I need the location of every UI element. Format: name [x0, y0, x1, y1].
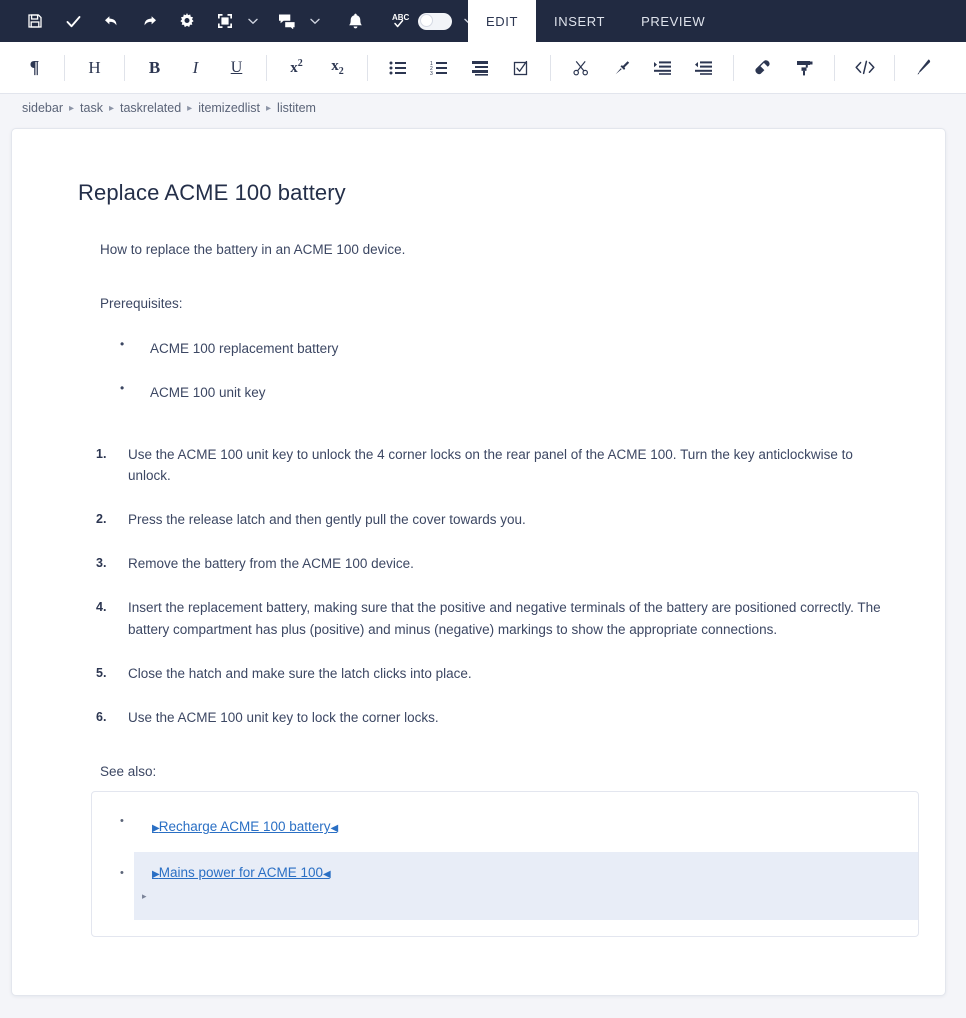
- breadcrumb-item-task[interactable]: task: [80, 101, 103, 115]
- see-also-list: ▶Recharge ACME 100 battery◀ ▶Mains power…: [92, 806, 918, 921]
- list-item[interactable]: Press the release latch and then gently …: [58, 509, 899, 531]
- heading-icon[interactable]: H: [74, 48, 115, 88]
- tab-insert[interactable]: INSERT: [536, 0, 623, 42]
- list-item[interactable]: ▶Recharge ACME 100 battery◀: [92, 806, 918, 852]
- tab-edit[interactable]: EDIT: [468, 0, 537, 42]
- italic-icon[interactable]: I: [175, 48, 216, 88]
- tag-caret-marker-icon: ▸: [142, 891, 147, 902]
- gear-icon[interactable]: [168, 0, 206, 42]
- definition-list-icon[interactable]: [459, 48, 500, 88]
- xref-link-recharge[interactable]: ▶Recharge ACME 100 battery◀: [152, 819, 339, 835]
- tab-preview[interactable]: PREVIEW: [623, 0, 723, 42]
- paragraph-mark-icon[interactable]: ¶: [14, 48, 55, 88]
- underline-icon[interactable]: U: [216, 48, 257, 88]
- bold-icon[interactable]: B: [134, 48, 175, 88]
- breadcrumb-item-itemizedlist[interactable]: itemizedlist: [198, 101, 260, 115]
- intro-paragraph[interactable]: How to replace the battery in an ACME 10…: [100, 240, 899, 260]
- spellcheck-icon[interactable]: ABC: [388, 0, 414, 42]
- breadcrumb-separator-icon: ▸: [69, 102, 75, 114]
- xref-label: Recharge ACME 100 battery: [158, 819, 331, 835]
- xref-start-marker-icon: ▶: [152, 823, 160, 835]
- format-toolbar: ¶ H B I U x2 x2 1 2 3: [0, 42, 966, 94]
- xref-label: Mains power for ACME 100: [158, 865, 324, 881]
- chevron-down-icon-comment[interactable]: [306, 0, 324, 42]
- cut-icon[interactable]: [560, 48, 601, 88]
- xref-link-mains-power[interactable]: ▶Mains power for ACME 100◀: [152, 865, 331, 881]
- superscript-icon[interactable]: x2: [276, 48, 317, 88]
- comment-icon[interactable]: [268, 0, 306, 42]
- toolbar-separator: [733, 54, 734, 81]
- toolbar-separator: [266, 54, 267, 81]
- bell-icon[interactable]: [336, 0, 374, 42]
- list-item[interactable]: Use the ACME 100 unit key to unlock the …: [58, 444, 899, 488]
- format-painter-icon[interactable]: [784, 48, 825, 88]
- toolbar-separator: [834, 54, 835, 81]
- list-item[interactable]: ACME 100 unit key: [100, 381, 899, 400]
- list-item-selected[interactable]: ▶Mains power for ACME 100◀ ▸: [120, 852, 918, 921]
- spellcheck-toggle-knob: [420, 13, 433, 27]
- undo-icon[interactable]: [92, 0, 130, 42]
- list-item[interactable]: ACME 100 replacement battery: [100, 337, 899, 356]
- edit-pencil-icon[interactable]: [904, 48, 945, 88]
- numbered-list-icon[interactable]: 1 2 3: [418, 48, 459, 88]
- top-toolbar: ABC EDIT INSERT PREVIEW: [0, 0, 966, 42]
- list-item[interactable]: Remove the battery from the ACME 100 dev…: [58, 553, 899, 575]
- indent-icon[interactable]: [642, 48, 683, 88]
- check-icon[interactable]: [54, 0, 92, 42]
- breadcrumb-separator-icon: ▸: [266, 102, 272, 114]
- task-list-icon[interactable]: [500, 48, 541, 88]
- prerequisites-label[interactable]: Prerequisites:: [100, 294, 899, 314]
- prerequisites-list: ACME 100 replacement battery ACME 100 un…: [100, 337, 899, 400]
- breadcrumb-separator-icon: ▸: [108, 102, 114, 114]
- outdent-icon[interactable]: [683, 48, 724, 88]
- save-icon[interactable]: [16, 0, 54, 42]
- steps-list: Use the ACME 100 unit key to unlock the …: [58, 444, 899, 729]
- breadcrumb-item-sidebar[interactable]: sidebar: [22, 101, 63, 115]
- xref-start-marker-icon: ▶: [152, 869, 160, 881]
- bullet-list-icon[interactable]: [377, 48, 418, 88]
- toolbar-separator: [367, 54, 368, 81]
- toolbar-separator: [894, 54, 895, 81]
- list-item[interactable]: Insert the replacement battery, making s…: [58, 597, 899, 641]
- toolbar-separator: [124, 54, 125, 81]
- breadcrumb-separator-icon: ▸: [187, 102, 193, 114]
- redo-icon[interactable]: [130, 0, 168, 42]
- paste-icon[interactable]: [601, 48, 642, 88]
- list-item[interactable]: Close the hatch and make sure the latch …: [58, 663, 899, 685]
- document-page[interactable]: Replace ACME 100 battery How to replace …: [11, 128, 946, 996]
- breadcrumb-item-listitem[interactable]: listitem: [277, 101, 316, 115]
- breadcrumb-item-taskrelated[interactable]: taskrelated: [120, 101, 181, 115]
- xref-end-marker-icon: ◀: [323, 869, 331, 881]
- see-also-label[interactable]: See also:: [100, 764, 899, 779]
- fullscreen-icon[interactable]: [206, 0, 244, 42]
- comment-group: [268, 0, 330, 42]
- top-toolbar-icons: ABC: [0, 0, 484, 42]
- toolbar-separator: [550, 54, 551, 81]
- svg-text:ABC: ABC: [392, 13, 410, 22]
- mode-tabs: EDIT INSERT PREVIEW: [468, 0, 966, 42]
- toolbar-separator: [64, 54, 65, 81]
- page-title[interactable]: Replace ACME 100 battery: [78, 180, 899, 206]
- svg-text:3: 3: [430, 71, 433, 76]
- document-area: Replace ACME 100 battery How to replace …: [0, 122, 966, 1004]
- xref-end-marker-icon: ◀: [330, 823, 339, 835]
- fullscreen-group: [206, 0, 268, 42]
- source-code-icon[interactable]: [844, 48, 885, 88]
- chevron-down-icon-fullscreen[interactable]: [244, 0, 262, 42]
- spellcheck-toggle[interactable]: [418, 12, 452, 30]
- subscript-icon[interactable]: x2: [317, 48, 358, 88]
- see-also-box[interactable]: ▶Recharge ACME 100 battery◀ ▶Mains power…: [91, 791, 919, 938]
- list-item[interactable]: Use the ACME 100 unit key to lock the co…: [58, 707, 899, 729]
- eraser-icon[interactable]: [743, 48, 784, 88]
- breadcrumb: sidebar ▸ task ▸ taskrelated ▸ itemizedl…: [0, 94, 966, 122]
